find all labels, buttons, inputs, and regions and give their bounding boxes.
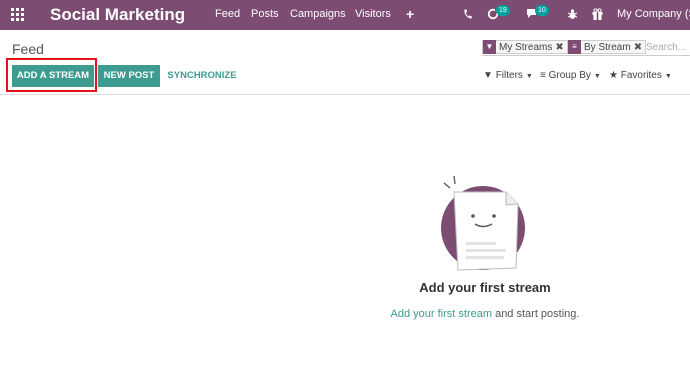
menu-visitors[interactable]: Visitors [355,8,391,20]
remove-icon[interactable]: ✖ [634,42,642,53]
message-count-badge: 10 [535,5,549,16]
add-menu-icon[interactable]: + [406,6,414,22]
empty-document-illustration [441,175,525,271]
app-title[interactable]: Social Marketing [50,5,185,25]
chevron-down-icon: ▼ [593,73,601,80]
menu-posts[interactable]: Posts [251,8,279,20]
filters-dropdown[interactable]: ▼ Filters ▼ [483,70,533,81]
filter-icon: ▼ [483,40,496,54]
group-by-icon: ≡ [568,40,581,54]
add-first-stream-link[interactable]: Add your first stream [391,308,492,320]
filter-icon: ▼ [483,70,493,81]
empty-state-text: Add your first stream and start posting. [350,308,620,320]
empty-state-suffix: and start posting. [492,308,580,320]
chevron-down-icon: ▼ [525,73,533,80]
apps-grid-icon[interactable] [11,8,25,22]
new-post-button[interactable]: NEW POST [98,65,160,87]
phone-icon[interactable] [463,9,472,20]
highlight-box [6,58,97,92]
facet-by-stream: ≡ By Stream ✖ [567,40,647,54]
empty-state-title: Add your first stream [419,280,551,295]
breadcrumb: Feed [12,41,44,57]
facet-label: My Streams [499,41,553,53]
search-bar: ▼ My Streams ✖ ≡ By Stream ✖ [482,39,690,56]
bug-icon[interactable] [568,9,577,20]
group-by-icon: ≡ [540,70,546,81]
star-icon: ★ [609,70,618,81]
filters-label: Filters [495,70,523,81]
favorites-label: Favorites [620,70,662,81]
activity-count-badge: 19 [496,5,510,16]
company-switcher[interactable]: My Company (Sa [617,8,690,20]
synchronize-button[interactable]: SYNCHRONIZE [164,65,240,87]
remove-icon[interactable]: ✖ [555,42,563,53]
chevron-down-icon: ▼ [664,73,672,80]
facet-my-streams: ▼ My Streams ✖ [482,40,568,54]
search-input[interactable] [646,40,690,54]
control-panel: Feed ADD A STREAM NEW POST SYNCHRONIZE ▼… [0,30,690,95]
group-by-label: Group By [548,70,591,81]
group-by-dropdown[interactable]: ≡ Group By ▼ [540,70,601,81]
favorites-dropdown[interactable]: ★ Favorites ▼ [609,70,672,81]
facet-label: By Stream [584,41,631,53]
gift-icon[interactable] [592,8,603,20]
menu-campaigns[interactable]: Campaigns [290,8,346,20]
menu-feed[interactable]: Feed [215,8,240,20]
top-navbar: Social Marketing Feed Posts Campaigns Vi… [0,0,690,30]
